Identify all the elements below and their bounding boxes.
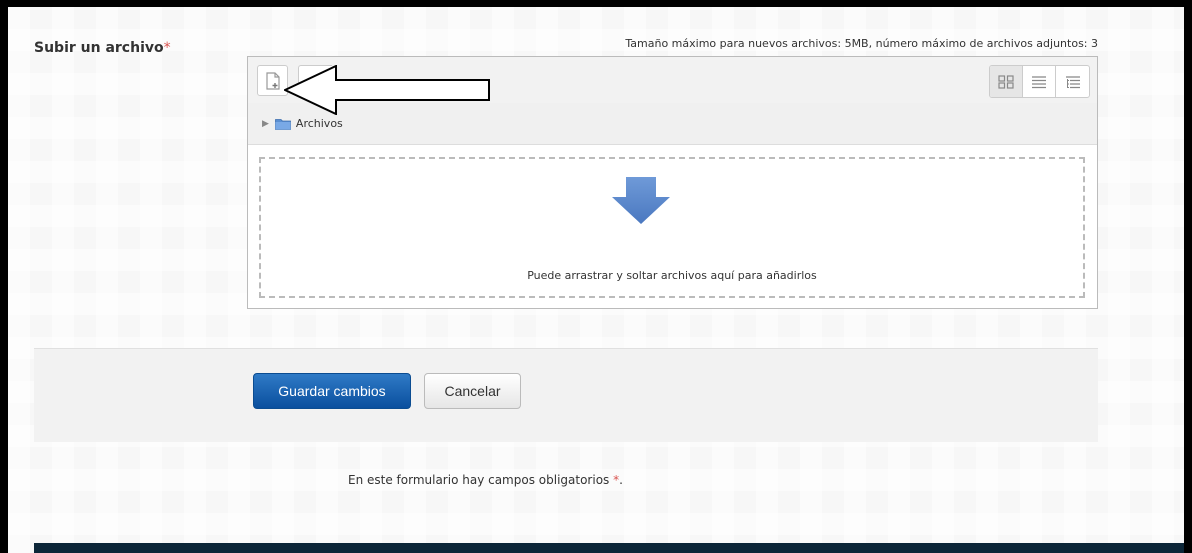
cancel-button[interactable]: Cancelar — [424, 373, 521, 409]
tree-view-button[interactable] — [1056, 66, 1089, 97]
footer-bar — [34, 543, 1184, 553]
view-mode-switcher — [989, 65, 1090, 98]
folder-name[interactable]: Archivos — [296, 117, 343, 130]
add-file-icon — [265, 71, 280, 90]
save-changes-button[interactable]: Guardar cambios — [253, 373, 411, 409]
down-arrow-icon — [612, 177, 670, 224]
required-note-text: En este formulario hay campos obligatori… — [348, 473, 614, 487]
form-buttons-area: Guardar cambios Cancelar — [34, 348, 1098, 442]
required-note-suffix: . — [619, 473, 623, 487]
list-view-button[interactable] — [1023, 66, 1056, 97]
tree-view-icon — [1065, 75, 1080, 88]
grid-view-icon — [998, 74, 1014, 89]
grid-view-button[interactable] — [990, 66, 1023, 97]
required-fields-note: En este formulario hay campos obligatori… — [348, 473, 623, 487]
upload-field-label-text: Subir un archivo — [34, 40, 164, 56]
drop-zone-text: Puede arrastrar y soltar archivos aquí p… — [527, 269, 817, 282]
upload-limits-text: Tamaño máximo para nuevos archivos: 5MB,… — [625, 37, 1098, 50]
drop-zone[interactable]: Puede arrastrar y soltar archivos aquí p… — [259, 157, 1085, 298]
upload-field-label: Subir un archivo* — [34, 40, 171, 56]
list-view-icon — [1032, 75, 1046, 88]
page-frame: Subir un archivo* Tamaño máximo para nue… — [8, 7, 1184, 553]
annotation-arrow-icon — [284, 65, 490, 115]
folder-icon — [275, 118, 291, 130]
expand-arrow-icon[interactable]: ▶ — [262, 119, 269, 129]
required-marker: * — [163, 40, 171, 56]
